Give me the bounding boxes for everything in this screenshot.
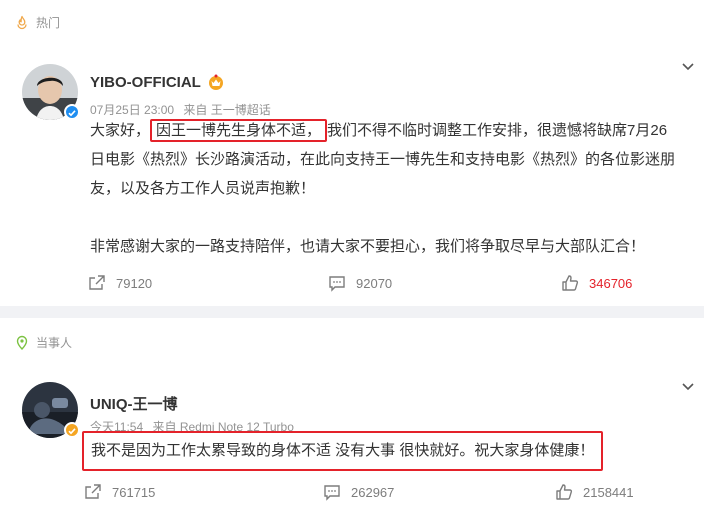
hot-icon — [14, 15, 30, 31]
comment-icon — [329, 276, 345, 292]
repost-count: 79120 — [116, 275, 153, 291]
like-icon — [562, 275, 579, 291]
repost-button[interactable]: 79120 — [88, 274, 152, 292]
username[interactable]: YIBO-OFFICIAL — [90, 73, 225, 91]
post-source[interactable]: 来自 王一博超话 — [183, 103, 270, 117]
comment-count: 92070 — [356, 275, 393, 291]
like-button[interactable]: 2158441 — [555, 483, 634, 501]
like-count: 2158441 — [583, 484, 634, 500]
repost-icon — [85, 484, 101, 499]
username-text[interactable]: YIBO-OFFICIAL — [90, 74, 201, 91]
username-text[interactable]: UNIQ-王一博 — [90, 393, 178, 414]
comment-button[interactable]: 262967 — [323, 483, 394, 501]
like-button[interactable]: 346706 — [561, 274, 632, 292]
post-body: 大家好， 因王一博先生身体不适， 我们不得不临时调整工作安排，很遗憾将缺席7月26日… — [90, 116, 680, 261]
comment-count: 262967 — [351, 484, 395, 500]
hot-section-header: 热门 — [14, 14, 60, 31]
like-count: 346706 — [589, 275, 633, 291]
location-pin-icon — [14, 335, 30, 351]
post-card-personal: 当事人 UNIQ-王一博 今天11:54 来自 Redmi Note 12 Tu… — [0, 318, 704, 511]
chevron-down-icon[interactable] — [680, 378, 696, 394]
post-text-start: 大家好， — [90, 122, 151, 139]
action-bar: 79120 92070 346706 — [0, 274, 704, 298]
highlighted-phrase: 因王一博先生身体不适， — [150, 119, 328, 142]
chevron-down-icon[interactable] — [680, 58, 696, 74]
username[interactable]: UNIQ-王一博 — [90, 393, 178, 414]
repost-count: 761715 — [112, 484, 156, 500]
post-time[interactable]: 07月25日 23:00 — [90, 103, 174, 117]
action-bar: 761715 262967 2158441 — [0, 483, 704, 507]
crown-icon — [207, 73, 225, 91]
like-icon — [556, 484, 573, 500]
party-section-header: 当事人 — [14, 334, 72, 351]
party-section-label: 当事人 — [36, 336, 73, 350]
comment-button[interactable]: 92070 — [328, 274, 392, 292]
verified-icon — [64, 104, 80, 120]
comment-icon — [324, 485, 340, 501]
post-text-para2: 非常感谢大家的一路支持陪伴，也请大家不要担心，我们将争取尽早与大部队汇合！ — [90, 238, 646, 255]
hot-section-label: 热门 — [36, 16, 61, 30]
repost-button[interactable]: 761715 — [84, 483, 155, 501]
avatar[interactable] — [22, 382, 80, 438]
verified-icon — [64, 422, 80, 438]
avatar[interactable] — [22, 64, 80, 120]
highlighted-post-text: 我不是因为工作太累导致的身体不适 没有大事 很快就好。祝大家身体健康！ — [82, 431, 604, 471]
repost-icon — [89, 275, 105, 290]
post-card-official: 热门 YIBO-OFFICIAL 07月25日 23:00 来自 王一博超话 大… — [0, 0, 704, 306]
